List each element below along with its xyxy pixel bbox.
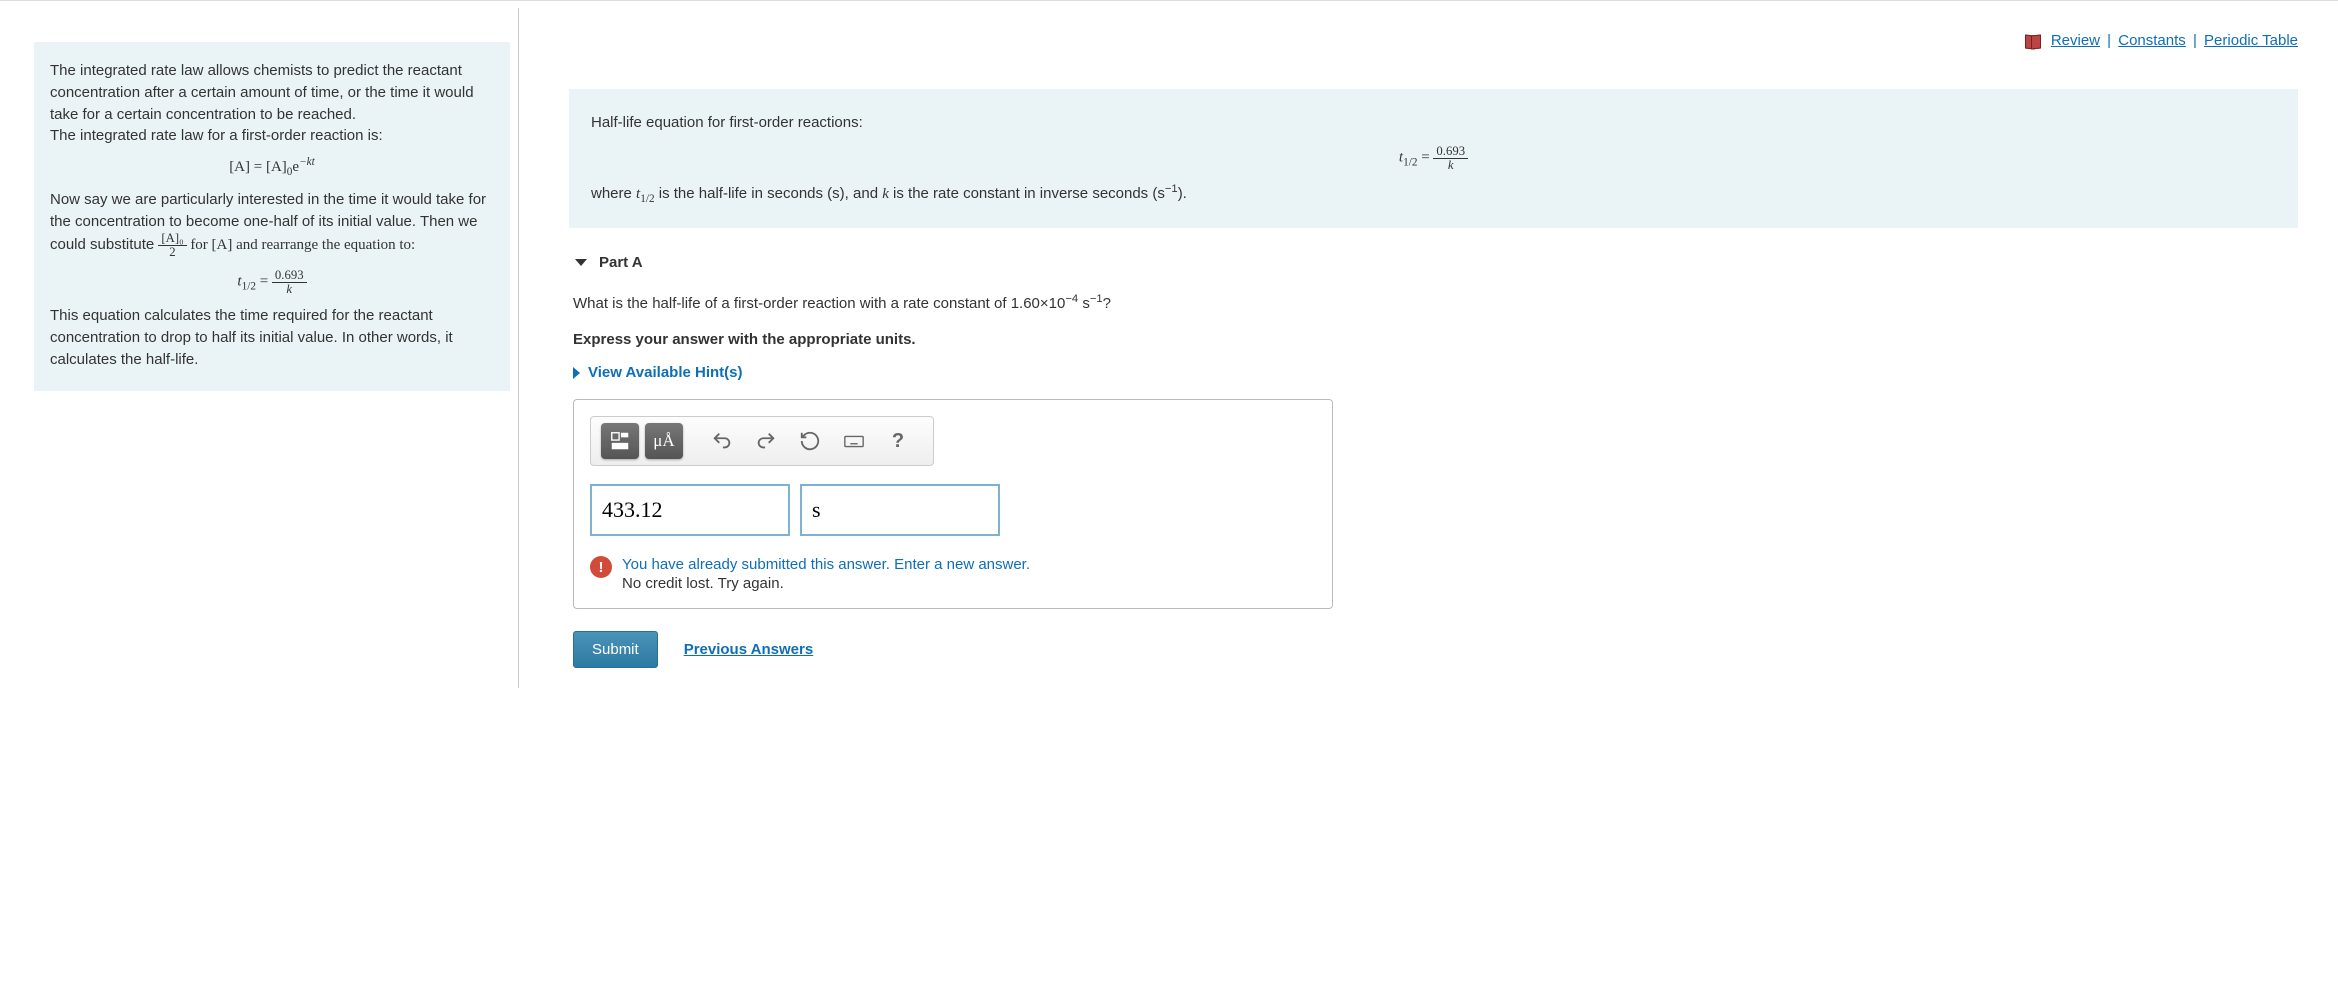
halflife-desc: where t1/2 is the half-life in seconds (…	[591, 182, 2276, 206]
unit-input[interactable]	[800, 484, 1000, 536]
book-icon	[2025, 35, 2041, 47]
intro-p3: Now say we are particularly interested i…	[50, 189, 494, 259]
templates-button[interactable]	[601, 423, 639, 459]
view-hints-toggle[interactable]: View Available Hint(s)	[569, 364, 2298, 381]
symbols-icon: μÅ	[653, 431, 674, 451]
answer-instruction: Express your answer with the appropriate…	[569, 331, 2298, 348]
vertical-divider	[518, 8, 519, 688]
part-a-toggle[interactable]: Part A	[569, 254, 2298, 271]
chevron-down-icon	[575, 259, 587, 266]
submit-button[interactable]: Submit	[573, 631, 658, 668]
undo-button[interactable]	[703, 423, 741, 459]
feedback-line1: You have already submitted this answer. …	[622, 554, 1030, 575]
review-link[interactable]: Review	[2051, 32, 2100, 49]
feedback-message: ! You have already submitted this answer…	[590, 554, 1316, 592]
equation-integrated-rate-law: [A] = [A]0e−kt	[50, 157, 494, 179]
halflife-heading: Half-life equation for first-order react…	[591, 111, 2276, 135]
top-links: Review | Constants | Periodic Table	[569, 32, 2298, 49]
undo-icon	[711, 430, 733, 452]
help-button[interactable]: ?	[879, 423, 917, 459]
equation-half-life-derived: t1/2 = 0.693k	[50, 269, 494, 296]
constants-link[interactable]: Constants	[2118, 32, 2186, 49]
intro-p4: This equation calculates the time requir…	[50, 305, 494, 370]
hints-label: View Available Hint(s)	[588, 364, 743, 381]
chevron-right-icon	[573, 367, 580, 379]
keyboard-icon	[843, 430, 865, 452]
intro-p2: The integrated rate law for a first-orde…	[50, 125, 494, 147]
answer-area: μÅ ?	[573, 399, 1333, 609]
redo-icon	[755, 430, 777, 452]
help-icon: ?	[892, 430, 904, 453]
keyboard-button[interactable]	[835, 423, 873, 459]
intro-p1: The integrated rate law allows chemists …	[50, 60, 494, 125]
intro-panel: The integrated rate law allows chemists …	[34, 42, 510, 391]
formula-toolbar: μÅ ?	[590, 416, 934, 466]
equation-half-life: t1/2 = 0.693k	[591, 145, 2276, 172]
previous-answers-link[interactable]: Previous Answers	[684, 641, 814, 658]
halflife-box: Half-life equation for first-order react…	[569, 89, 2298, 228]
templates-icon	[609, 430, 631, 452]
feedback-line2: No credit lost. Try again.	[622, 575, 1030, 592]
reset-button[interactable]	[791, 423, 829, 459]
symbols-button[interactable]: μÅ	[645, 423, 683, 459]
value-input[interactable]	[590, 484, 790, 536]
periodic-table-link[interactable]: Periodic Table	[2204, 32, 2298, 49]
question-text: What is the half-life of a first-order r…	[573, 293, 2298, 316]
reset-icon	[799, 430, 821, 452]
part-a-title: Part A	[599, 254, 643, 271]
warning-icon: !	[590, 556, 612, 578]
redo-button[interactable]	[747, 423, 785, 459]
